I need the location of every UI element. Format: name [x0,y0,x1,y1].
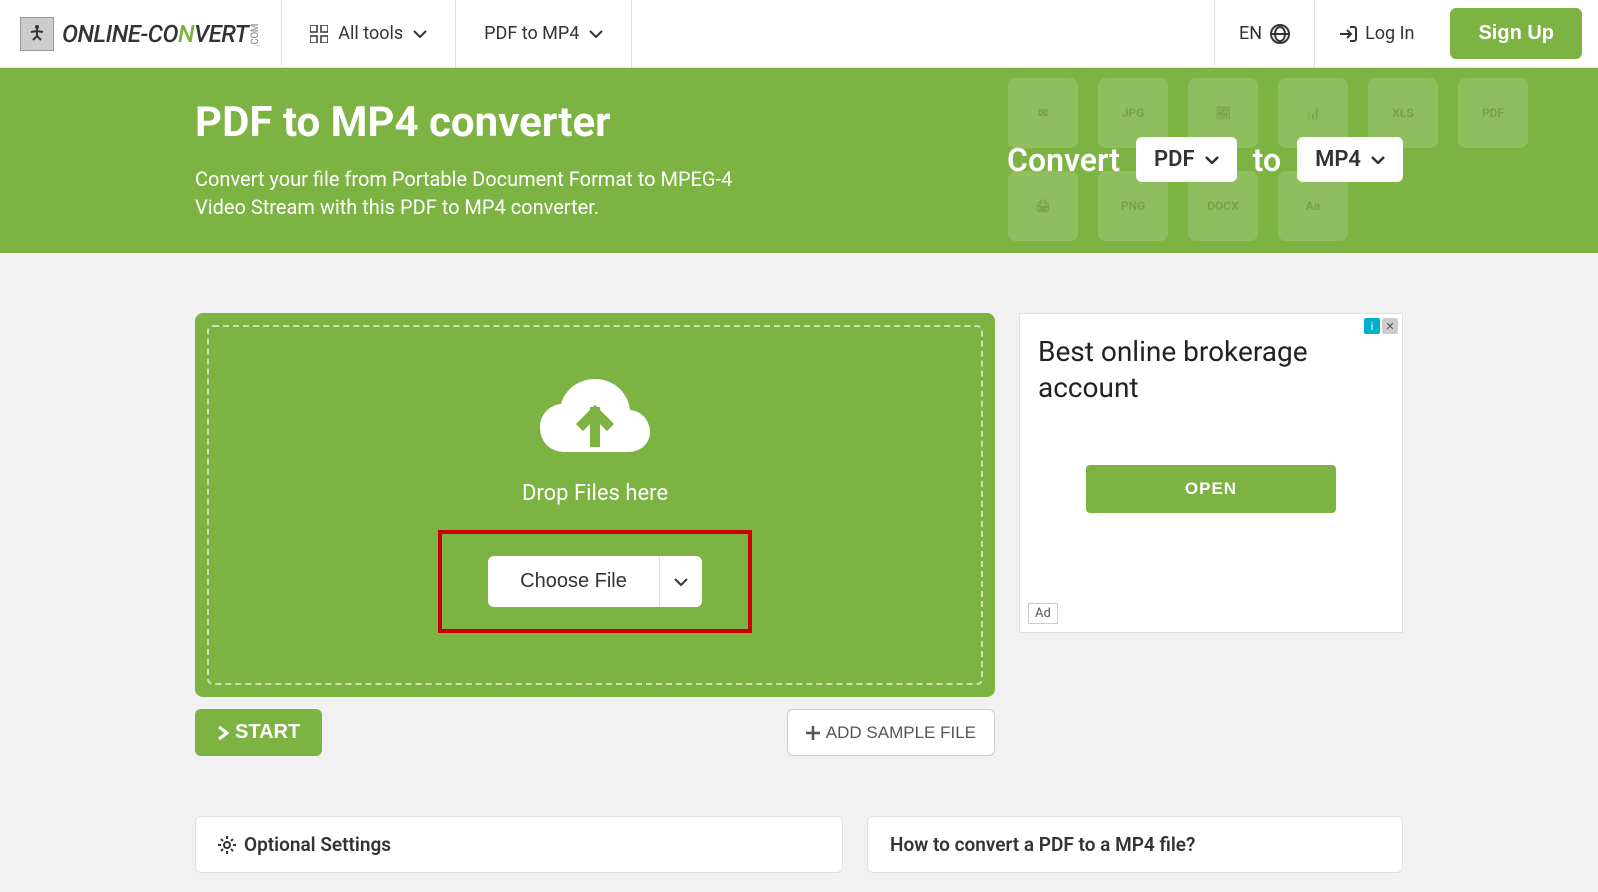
all-tools-label: All tools [338,23,403,44]
language-label: EN [1239,23,1262,44]
page-description: Convert your file from Portable Document… [195,165,765,221]
globe-icon [1270,24,1290,44]
ad-label: Ad [1028,603,1058,624]
drop-files-text: Drop Files here [522,481,668,506]
ad-open-button[interactable]: OPEN [1086,465,1336,513]
language-selector[interactable]: EN [1214,0,1314,67]
grid-icon [310,25,328,43]
gear-icon [218,836,236,854]
cloud-upload-icon [535,377,655,467]
page-title: PDF to MP4 converter [195,98,765,147]
advertisement: i ✕ Best online brokerage account OPEN A… [1019,313,1403,633]
pdf-to-mp4-label: PDF to MP4 [484,23,579,44]
from-format-value: PDF [1154,147,1195,172]
signup-button[interactable]: Sign Up [1450,8,1582,59]
ad-info-icon[interactable]: i [1364,318,1380,334]
howto-panel: How to convert a PDF to a MP4 file? [867,816,1403,873]
start-label: START [235,721,300,744]
ad-close-icon[interactable]: ✕ [1382,318,1398,334]
logo-icon [20,17,54,51]
upload-dropzone[interactable]: Drop Files here Choose File [195,313,995,697]
pdf-to-mp4-menu[interactable]: PDF to MP4 [455,0,631,67]
chevron-right-icon [217,725,229,741]
logo-text: ONLINE-CONVERT.COM [62,20,261,48]
logo[interactable]: ONLINE-CONVERT.COM [0,0,281,67]
ad-title: Best online brokerage account [1038,334,1384,407]
chevron-down-icon [1371,156,1385,164]
all-tools-menu[interactable]: All tools [281,0,455,67]
from-format-selector[interactable]: PDF [1136,137,1237,182]
to-format-selector[interactable]: MP4 [1297,137,1403,182]
plus-icon [806,726,820,740]
howto-title: How to convert a PDF to a MP4 file? [890,833,1380,856]
nav-spacer [631,0,1214,67]
convert-label: Convert [1007,141,1120,179]
add-sample-file-button[interactable]: ADD SAMPLE FILE [787,709,995,756]
start-button[interactable]: START [195,709,322,756]
optional-settings-panel[interactable]: Optional Settings [195,816,843,873]
chevron-down-icon [589,30,603,38]
chevron-down-icon [413,30,427,38]
chevron-down-icon [674,578,688,586]
choose-file-group-highlighted: Choose File [438,530,752,633]
choose-file-button[interactable]: Choose File [488,556,659,607]
add-sample-label: ADD SAMPLE FILE [826,723,976,743]
login-link[interactable]: Log In [1314,0,1438,67]
login-icon [1339,25,1357,43]
choose-file-dropdown-button[interactable] [659,556,702,607]
to-label: to [1253,141,1281,179]
to-format-value: MP4 [1315,147,1361,172]
optional-settings-title: Optional Settings [244,833,391,856]
login-label: Log In [1365,23,1414,44]
chevron-down-icon [1205,156,1219,164]
